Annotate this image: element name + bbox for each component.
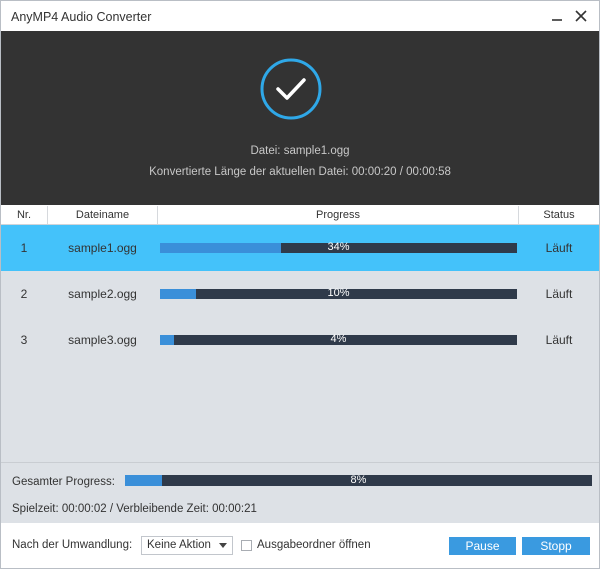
conversion-banner: Datei: sample1.ogg Konvertierte Länge de… (1, 31, 599, 205)
summary-panel: Gesamter Progress: 8% Spielzeit: 00:00:0… (1, 462, 599, 523)
close-button[interactable] (573, 8, 589, 24)
file-list: Nr. Dateiname Progress Status 1 sample1.… (1, 205, 599, 462)
current-file-text: Datei: sample1.ogg (250, 145, 350, 157)
total-progress-label: Gesamter Progress: (12, 476, 115, 488)
total-progress-bar: 8% (125, 474, 592, 486)
checkmark-circle-icon (260, 58, 322, 120)
total-progress-percent: 8% (350, 474, 367, 486)
window-title: AnyMP4 Audio Converter (11, 10, 152, 24)
row-status: Läuft (545, 333, 573, 347)
row-progress-label: 34% (327, 241, 350, 253)
row-progress-label: 4% (330, 333, 347, 345)
time-info: Spielzeit: 00:00:02 / Verbleibende Zeit:… (12, 503, 257, 515)
pause-button[interactable]: Pause (449, 537, 516, 555)
row-status: Läuft (545, 241, 573, 255)
open-output-folder-checkbox[interactable] (241, 540, 252, 551)
row-filename: sample1.ogg (68, 241, 137, 255)
table-row[interactable]: 1 sample1.ogg 34% Läuft (1, 225, 599, 271)
row-progress-bar: 34% (160, 241, 517, 253)
column-header-status[interactable]: Status (519, 205, 599, 225)
chevron-down-icon (219, 543, 227, 548)
stop-button[interactable]: Stopp (522, 537, 590, 555)
minimize-button[interactable] (549, 8, 565, 24)
list-header: Nr. Dateiname Progress Status (1, 205, 599, 225)
table-row[interactable]: 2 sample2.ogg 10% Läuft (1, 271, 599, 317)
minimize-icon (552, 19, 562, 21)
row-number: 2 (20, 287, 28, 301)
row-number: 3 (20, 333, 28, 347)
footer-bar: Nach der Umwandlung: Keine Aktion Ausgab… (1, 523, 599, 568)
column-header-filename[interactable]: Dateiname (48, 205, 157, 225)
after-conversion-select[interactable]: Keine Aktion (141, 536, 233, 555)
title-bar: AnyMP4 Audio Converter (1, 1, 599, 31)
table-row[interactable]: 3 sample3.ogg 4% Läuft (1, 317, 599, 363)
row-filename: sample3.ogg (68, 333, 137, 347)
row-progress-bar: 10% (160, 287, 517, 299)
row-number: 1 (20, 241, 28, 255)
row-progress-bar: 4% (160, 333, 517, 345)
row-filename: sample2.ogg (68, 287, 137, 301)
row-status: Läuft (545, 287, 573, 301)
after-conversion-label: Nach der Umwandlung: (12, 539, 133, 551)
open-output-folder-label[interactable]: Ausgabeordner öffnen (257, 539, 371, 551)
column-header-progress[interactable]: Progress (158, 205, 518, 225)
converter-window: AnyMP4 Audio Converter Datei: sample1.og… (0, 0, 600, 569)
column-header-nr[interactable]: Nr. (1, 205, 47, 225)
row-progress-label: 10% (327, 287, 350, 299)
after-conversion-value: Keine Aktion (147, 539, 211, 551)
converted-length-text: Konvertierte Länge der aktuellen Datei: … (149, 166, 451, 178)
close-icon (575, 10, 587, 22)
